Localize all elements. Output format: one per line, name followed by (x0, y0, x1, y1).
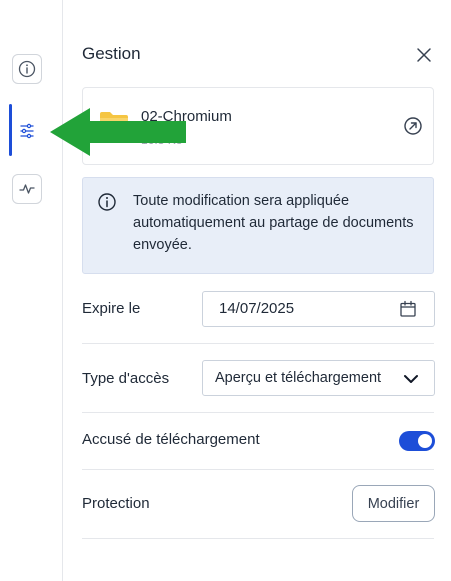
chevron-down-icon (404, 375, 418, 383)
divider (82, 412, 434, 413)
rail-info-button[interactable] (12, 54, 42, 84)
annotation-arrow-icon (50, 108, 186, 156)
access-type-select[interactable]: Aperçu et téléchargement (202, 360, 435, 396)
expire-date-value: 14/07/2025 (219, 300, 295, 317)
divider (82, 469, 434, 470)
toggle-knob (418, 434, 432, 448)
divider (82, 538, 434, 539)
sliders-icon (20, 123, 34, 139)
download-receipt-toggle[interactable] (399, 431, 435, 451)
info-circle-icon (18, 60, 36, 78)
download-receipt-label: Accusé de téléchargement (82, 431, 260, 448)
info-notice: Toute modification sera appliquée automa… (82, 177, 434, 274)
protection-label: Protection (82, 495, 150, 512)
access-type-label: Type d'accès (82, 370, 170, 387)
calendar-icon[interactable] (399, 300, 417, 318)
access-type-value: Aperçu et téléchargement (215, 370, 382, 386)
info-text: Toute modification sera appliquée automa… (133, 193, 414, 253)
rail-settings-button[interactable] (12, 116, 42, 146)
divider (82, 343, 434, 344)
activity-icon (19, 184, 35, 194)
close-icon[interactable] (414, 45, 434, 65)
expire-label: Expire le (82, 300, 141, 317)
info-circle-icon (98, 193, 116, 211)
panel-title: Gestion (82, 44, 141, 63)
management-panel: Gestion 02-Chromium 16.8 Ko (62, 0, 451, 581)
arrow-up-right-circle-icon[interactable] (403, 116, 423, 136)
modify-protection-button[interactable]: Modifier (352, 485, 435, 522)
expire-date-field[interactable]: 14/07/2025 (202, 291, 435, 327)
side-rail (0, 0, 63, 581)
sharing-settings-view: Gestion 02-Chromium 16.8 Ko (0, 0, 451, 581)
rail-activity-button[interactable] (12, 174, 42, 204)
